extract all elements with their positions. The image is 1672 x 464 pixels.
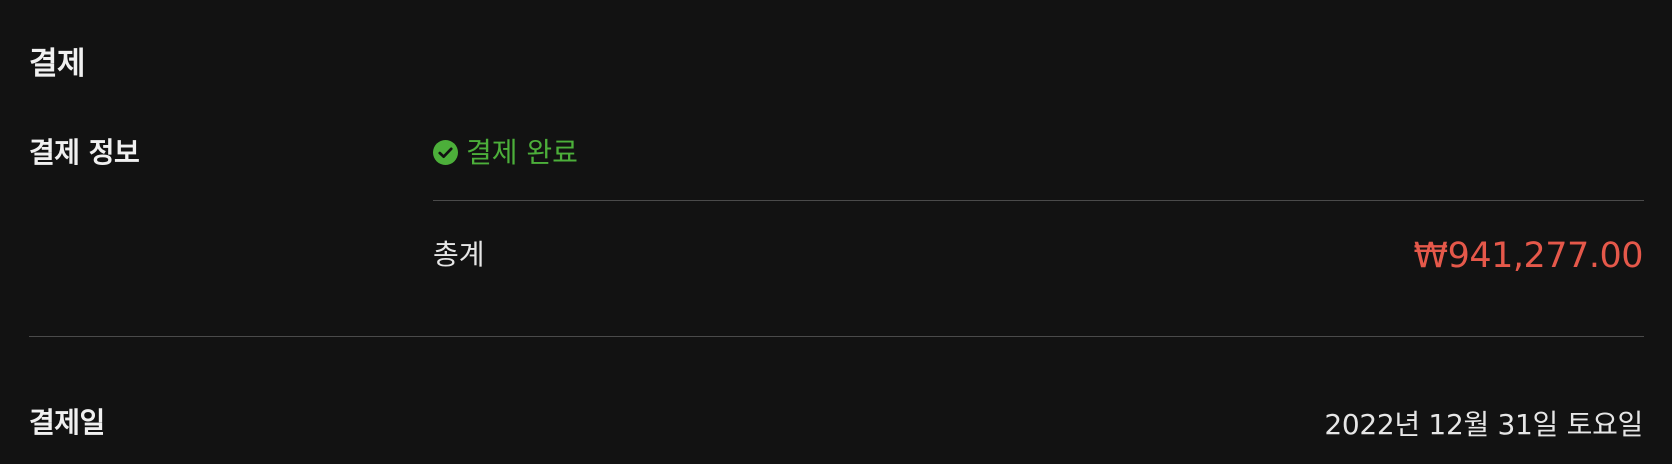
payment-date-label: 결제일 — [29, 406, 105, 439]
total-amount: ₩941,277.00 — [1413, 236, 1643, 276]
section-title: 결제 — [29, 46, 86, 82]
section-divider — [29, 336, 1644, 337]
payment-info-label: 결제 정보 — [29, 136, 140, 169]
payment-status: 결제 완료 — [433, 131, 578, 171]
check-circle-icon — [433, 139, 458, 165]
payment-status-text: 결제 완료 — [466, 136, 578, 169]
total-label: 총계 — [433, 238, 485, 271]
divider — [433, 200, 1644, 201]
payment-date-value: 2022년 12월 31일 토요일 — [1324, 408, 1643, 441]
